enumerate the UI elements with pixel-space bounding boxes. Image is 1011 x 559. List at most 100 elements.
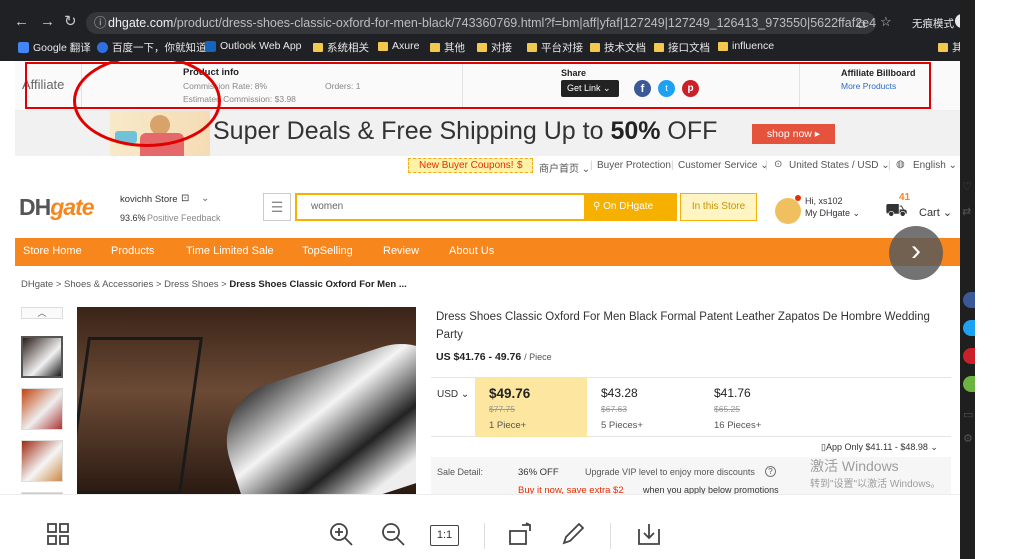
thumbnail-image[interactable]	[21, 388, 63, 430]
facebook-side-icon[interactable]	[963, 292, 975, 308]
nav-topselling[interactable]: TopSelling	[302, 245, 353, 257]
cart-icon[interactable]: ⛟	[885, 200, 908, 224]
search-input[interactable]: women	[295, 193, 586, 221]
tools-side-icon[interactable]: ⚙	[963, 432, 975, 446]
bookmark-folder[interactable]: 对接	[477, 40, 512, 55]
divider	[610, 523, 611, 549]
crumb-shoes[interactable]: Shoes & Accessories	[64, 279, 153, 290]
search-icon: ⚲	[593, 201, 601, 212]
bookmark-folder[interactable]: 平台对接	[527, 40, 583, 55]
user-avatar-icon[interactable]	[775, 198, 801, 224]
feedback-percent: 93.6%	[120, 213, 146, 223]
reload-icon[interactable]: ↻	[64, 14, 77, 30]
search-on-dhgate-button[interactable]: ⚲ On DHgate	[586, 193, 677, 221]
back-icon[interactable]: ←	[14, 14, 29, 30]
web-page: Affiliate Product info Commission Rate: …	[15, 61, 960, 494]
bookmark-item[interactable]: Outlook Web App	[205, 40, 302, 52]
folder-icon	[527, 43, 537, 52]
bookmark-folder[interactable]: 其他	[430, 40, 465, 55]
thumbnail-image[interactable]	[21, 440, 63, 482]
window-edge	[960, 0, 975, 559]
cart-link[interactable]: Cart ⌄	[919, 206, 952, 219]
bookmark-item[interactable]: 百度一下，你就知道	[97, 40, 207, 55]
baidu-icon	[97, 42, 108, 53]
edit-pencil-icon[interactable]	[560, 521, 586, 547]
dhgate-logo[interactable]: DHgate	[19, 194, 95, 221]
cart-count: 41	[899, 192, 911, 203]
bookmark-folder[interactable]: 技术文档	[590, 40, 646, 55]
image-viewer-toolbar: 1:1	[0, 494, 960, 559]
outlook-icon	[205, 40, 216, 52]
chat-icon[interactable]: ⊡	[181, 193, 189, 204]
crumb-dress-shoes[interactable]: Dress Shoes	[164, 279, 218, 290]
price-tier[interactable]: $43.28 $67.63 5 Pieces+	[601, 378, 711, 437]
language-selector[interactable]: English ⌄	[913, 160, 957, 171]
buyer-protection-link[interactable]: Buyer Protection	[597, 160, 671, 171]
bookmark-folder[interactable]: 系统相关	[313, 40, 369, 55]
thumbnail-image[interactable]	[21, 336, 63, 378]
app-only-price[interactable]: ▯App Only $41.11 - $48.98 ⌄	[821, 442, 938, 453]
address-bar-row: ← → ↻ ⓘ dhgate.com/product/dress-shoes-c…	[0, 6, 975, 36]
nav-review[interactable]: Review	[383, 245, 419, 257]
store-name[interactable]: kovichh Store	[120, 194, 178, 205]
message-side-icon[interactable]: ▭	[963, 408, 975, 422]
folder-icon	[430, 43, 440, 52]
merchant-home-link[interactable]: 商户首页 ⌄	[539, 160, 590, 175]
price-tier[interactable]: $41.76 $65.25 16 Pieces+	[714, 378, 824, 437]
grid-view-icon[interactable]	[45, 521, 71, 547]
share-side-icon[interactable]	[963, 376, 975, 392]
folder-icon	[590, 43, 600, 52]
actual-size-button[interactable]: 1:1	[430, 525, 459, 546]
shop-now-button[interactable]: shop now ▸	[752, 124, 835, 144]
nav-about-us[interactable]: About Us	[449, 245, 494, 257]
bookmark-folder[interactable]: influence	[718, 40, 774, 52]
menu-icon[interactable]: ☰	[263, 193, 291, 221]
nav-products[interactable]: Products	[111, 245, 154, 257]
bookmark-star-icon[interactable]: ☆	[880, 14, 892, 30]
apply-text: when you apply below promotions	[643, 485, 779, 494]
nav-store-home[interactable]: Store Home	[23, 245, 82, 257]
bookmark-item[interactable]: Google 翻译	[18, 40, 91, 55]
product-title: Dress Shoes Classic Oxford For Men Black…	[436, 311, 930, 341]
region-selector[interactable]: United States / USD ⌄	[789, 160, 890, 171]
thumb-up-button[interactable]: ︿	[21, 307, 63, 319]
url-field[interactable]: ⓘ dhgate.com/product/dress-shoes-classic…	[86, 12, 876, 34]
top-links-bar: New Buyer Coupons! $ 商户首页 ⌄ | Buyer Prot…	[15, 156, 960, 176]
help-icon[interactable]: ?	[765, 466, 776, 477]
pinterest-side-icon[interactable]	[963, 348, 975, 364]
location-pin-icon: ⊙	[774, 159, 783, 170]
product-main-image[interactable]	[77, 307, 416, 494]
promo-headline: Super Deals & Free Shipping Up to 50% OF…	[213, 117, 718, 145]
forward-icon[interactable]: →	[40, 14, 55, 30]
browser-chrome: ← → ↻ ⓘ dhgate.com/product/dress-shoes-c…	[0, 0, 975, 61]
folder-icon	[654, 43, 664, 52]
heart-icon[interactable]: ♡	[962, 180, 974, 194]
sale-off: 36% OFF	[518, 467, 559, 478]
windows-watermark-title: 激活 Windows	[810, 458, 899, 474]
translate-icon[interactable]: ⧉	[857, 16, 866, 32]
download-icon[interactable]	[636, 521, 662, 547]
search-in-store-button[interactable]: In this Store	[680, 193, 757, 221]
windows-watermark-sub: 转到"设置"以激活 Windows。	[810, 479, 941, 490]
my-dhgate-link[interactable]: My DHgate ⌄	[805, 208, 860, 219]
currency-selector[interactable]: USD ⌄	[437, 389, 469, 400]
price-tier-selected[interactable]: $49.76 $77.75 1 Piece+	[475, 378, 587, 437]
bookmark-folder[interactable]: Axure	[378, 40, 419, 52]
store-nav: Store Home Products Time Limited Sale To…	[15, 238, 960, 266]
rotate-icon[interactable]	[508, 521, 534, 547]
profile-label[interactable]: 无痕模式	[912, 16, 954, 31]
compare-icon[interactable]: ⇄	[962, 205, 974, 219]
bookmarks-bar: Google 翻译 百度一下，你就知道 Outlook Web App 系统相关…	[0, 37, 975, 59]
info-icon[interactable]: ⓘ	[94, 12, 107, 34]
bookmark-folder[interactable]: 接口文档	[654, 40, 710, 55]
customer-service-link[interactable]: Customer Service ⌄	[678, 160, 769, 171]
nav-time-limited-sale[interactable]: Time Limited Sale	[186, 245, 274, 257]
next-arrow-button[interactable]: ›	[889, 226, 943, 280]
chevron-down-icon[interactable]: ⌄	[201, 193, 209, 204]
coupon-badge[interactable]: New Buyer Coupons! $	[408, 158, 533, 173]
zoom-in-icon[interactable]	[328, 521, 354, 547]
twitter-side-icon[interactable]	[963, 320, 975, 336]
zoom-out-icon[interactable]	[380, 521, 406, 547]
crumb-dhgate[interactable]: DHgate	[21, 279, 53, 290]
sale-detail-label: Sale Detail:	[437, 467, 484, 477]
